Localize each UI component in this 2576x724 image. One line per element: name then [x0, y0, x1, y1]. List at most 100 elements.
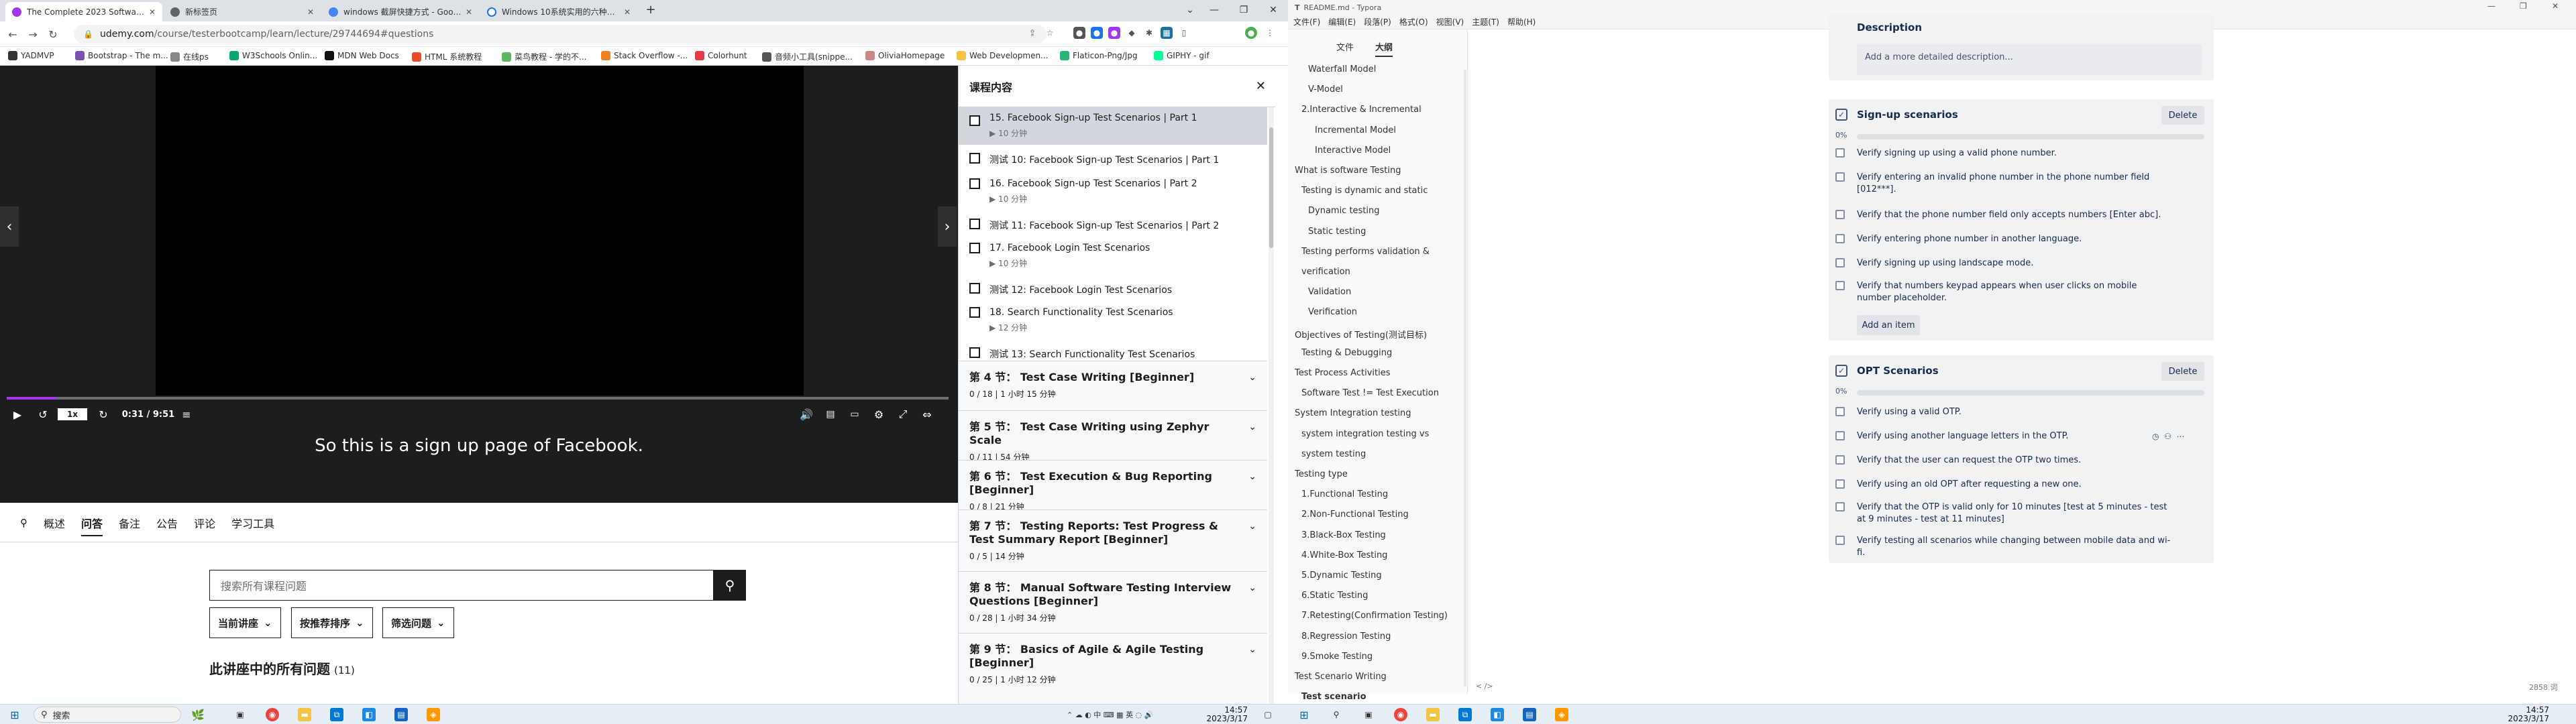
section-header[interactable]: 第 6 节： Test Execution & Bug Reporting [B…: [959, 460, 1267, 511]
bookmark-item[interactable]: Flaticon-Png/Jpg: [1060, 51, 1138, 60]
outline-item[interactable]: Dynamic testing: [1308, 206, 1380, 216]
task-view-icon[interactable]: ▣: [1362, 708, 1375, 721]
checklist-item[interactable]: Verify using an old OPT after requesting…: [1835, 479, 2172, 491]
checkbox[interactable]: [1835, 536, 1845, 545]
menu-file[interactable]: 文件(F): [1293, 16, 1320, 27]
file-explorer-icon[interactable]: ▬: [1426, 708, 1440, 721]
outline-item[interactable]: Static testing: [1308, 227, 1366, 237]
close-window-button[interactable]: ✕: [2552, 1, 2559, 11]
close-window-button[interactable]: ✕: [1258, 0, 1288, 20]
section-header[interactable]: 第 8 节： Manual Software Testing Interview…: [959, 571, 1267, 633]
menu-format[interactable]: 格式(O): [1399, 16, 1428, 27]
checkbox[interactable]: [1835, 148, 1845, 158]
bookmark-item[interactable]: GIPHY - gif: [1154, 51, 1210, 60]
forward-icon[interactable]: →: [25, 27, 40, 42]
outline-item[interactable]: Objectives of Testing(测试目标): [1295, 328, 1427, 341]
quiz-item[interactable]: 测试 10: Facebook Sign-up Test Scenarios |…: [959, 150, 1267, 177]
scrollbar[interactable]: [1464, 70, 1466, 686]
bookmark-item[interactable]: 在线ps: [170, 51, 209, 62]
expand-icon[interactable]: ⇔: [919, 405, 935, 424]
complete-checkbox[interactable]: [969, 307, 980, 318]
bookmark-item[interactable]: OliviaHomepage: [865, 51, 945, 60]
filter-questions[interactable]: 筛选问题 ⌄: [382, 607, 454, 638]
app-icon[interactable]: ◈: [1555, 708, 1568, 721]
outline-item[interactable]: Testing is dynamic and static: [1301, 186, 1428, 196]
bookmark-item[interactable]: Stack Overflow -...: [601, 51, 688, 60]
chrome-icon[interactable]: ◉: [1394, 708, 1407, 721]
checkbox[interactable]: [1835, 479, 1845, 489]
outline-item[interactable]: 5.Dynamic Testing: [1301, 570, 1382, 581]
back-icon[interactable]: ←: [5, 27, 20, 42]
close-icon[interactable]: ✕: [1256, 79, 1266, 93]
outline-item[interactable]: System Integration testing: [1295, 408, 1411, 418]
search-button[interactable]: ⚲: [714, 570, 746, 601]
complete-checkbox[interactable]: [969, 153, 980, 164]
new-tab-button[interactable]: +: [643, 3, 659, 19]
section-header[interactable]: 第 7 节： Testing Reports: Test Progress & …: [959, 509, 1267, 571]
bookmark-item[interactable]: W3Schools Onlin...: [229, 51, 317, 60]
browser-tab-newtab[interactable]: 新标签页 ✕: [164, 2, 321, 21]
bookmark-item[interactable]: YADMVP: [8, 51, 54, 60]
checkbox[interactable]: [1835, 407, 1845, 416]
tab-overview[interactable]: 概述: [44, 515, 65, 531]
bookmark-item[interactable]: Colorhunt: [695, 51, 747, 60]
maximize-button[interactable]: ❐: [1229, 0, 1258, 20]
outline-item[interactable]: 2.Non-Functional Testing: [1301, 509, 1409, 520]
menu-dots-icon[interactable]: ⋮: [1264, 27, 1276, 39]
app-icon[interactable]: ◧: [362, 708, 376, 721]
word-count[interactable]: 2858 词: [2529, 682, 2558, 692]
scrollbar[interactable]: [1269, 107, 1274, 704]
lecture-item[interactable]: 18. Search Functionality Test Scenarios …: [959, 304, 1267, 342]
close-tab-icon[interactable]: ✕: [307, 7, 314, 17]
outline-item[interactable]: verification: [1301, 267, 1350, 277]
video-player[interactable]: ‹ › ▶ ↺ 1x ↻ 0:31 / 9:51 ≡ 🔊 ▤ ▭ ⚙ ⤢ ⇔ S…: [0, 66, 958, 503]
menu-edit[interactable]: 编辑(E): [1328, 16, 1356, 27]
extension-icon[interactable]: ▦: [1161, 27, 1173, 39]
quiz-item[interactable]: 测试 12: Facebook Login Test Scenarios: [959, 280, 1267, 307]
checklist-item[interactable]: Verify using a valid OTP.: [1835, 406, 2172, 418]
extension-icon[interactable]: ●: [1073, 27, 1085, 39]
settings-icon[interactable]: ⚙: [871, 405, 887, 424]
outline-item[interactable]: system integration testing vs: [1301, 429, 1429, 439]
bookmark-item[interactable]: Bootstrap - The m...: [75, 51, 168, 60]
source-mode-toggle[interactable]: < />: [1476, 682, 1493, 690]
checkbox[interactable]: [1835, 258, 1845, 267]
browser-tab-google[interactable]: windows 截屏快捷方式 - Google ✕: [322, 2, 479, 21]
fullscreen-icon[interactable]: ⤢: [895, 405, 911, 424]
lecture-item[interactable]: 17. Facebook Login Test Scenarios ▶ 10 分…: [959, 240, 1267, 278]
outline-item[interactable]: Interactive Model: [1315, 145, 1391, 156]
rewind-icon[interactable]: ↺: [35, 405, 51, 424]
checkbox[interactable]: [1835, 172, 1845, 182]
outline-item[interactable]: system testing: [1301, 449, 1366, 459]
outline-item[interactable]: Testing type: [1295, 469, 1348, 479]
vscode-icon[interactable]: ⧉: [330, 708, 343, 721]
bookmark-item[interactable]: 菜鸟教程 - 学的不...: [502, 51, 586, 62]
minimize-button[interactable]: —: [1199, 0, 1229, 20]
notes-icon[interactable]: ≡: [178, 405, 195, 424]
taskbar-search[interactable]: ⚲ 搜索: [34, 707, 181, 723]
extension-icon[interactable]: ●: [1108, 27, 1120, 39]
outline-item[interactable]: 8.Regression Testing: [1301, 631, 1391, 642]
section-header[interactable]: 第 4 节： Test Case Writing [Beginner] 0 / …: [959, 361, 1267, 410]
notification-icon[interactable]: ▢: [1261, 708, 1275, 721]
checklist-item[interactable]: Verify entering an invalid phone number …: [1835, 172, 2172, 196]
tab-outline[interactable]: 大纲: [1375, 40, 1393, 57]
bookmark-star-icon[interactable]: ☆: [1044, 27, 1056, 39]
outline-item[interactable]: Testing & Debugging: [1301, 348, 1392, 358]
menu-theme[interactable]: 主题(T): [1472, 16, 1499, 27]
complete-checkbox[interactable]: [969, 283, 980, 294]
tab-reviews[interactable]: 评论: [194, 515, 215, 531]
captions-icon[interactable]: ▭: [847, 405, 863, 424]
checkbox[interactable]: [1835, 455, 1845, 465]
windows-start-icon[interactable]: ⊞: [1297, 708, 1311, 721]
tab-notes[interactable]: 备注: [119, 515, 140, 531]
bookmark-item[interactable]: MDN Web Docs: [325, 51, 399, 60]
checkbox[interactable]: [1835, 281, 1845, 290]
file-explorer-icon[interactable]: ▬: [298, 708, 311, 721]
complete-checkbox[interactable]: [969, 178, 980, 189]
checklist-item[interactable]: Verify that the phone number field only …: [1835, 209, 2172, 221]
outline-item[interactable]: 1.Functional Testing: [1301, 489, 1388, 499]
outline-item[interactable]: 6.Static Testing: [1301, 591, 1368, 601]
minimize-button[interactable]: —: [2487, 1, 2496, 11]
forward-icon[interactable]: ↻: [95, 405, 111, 424]
